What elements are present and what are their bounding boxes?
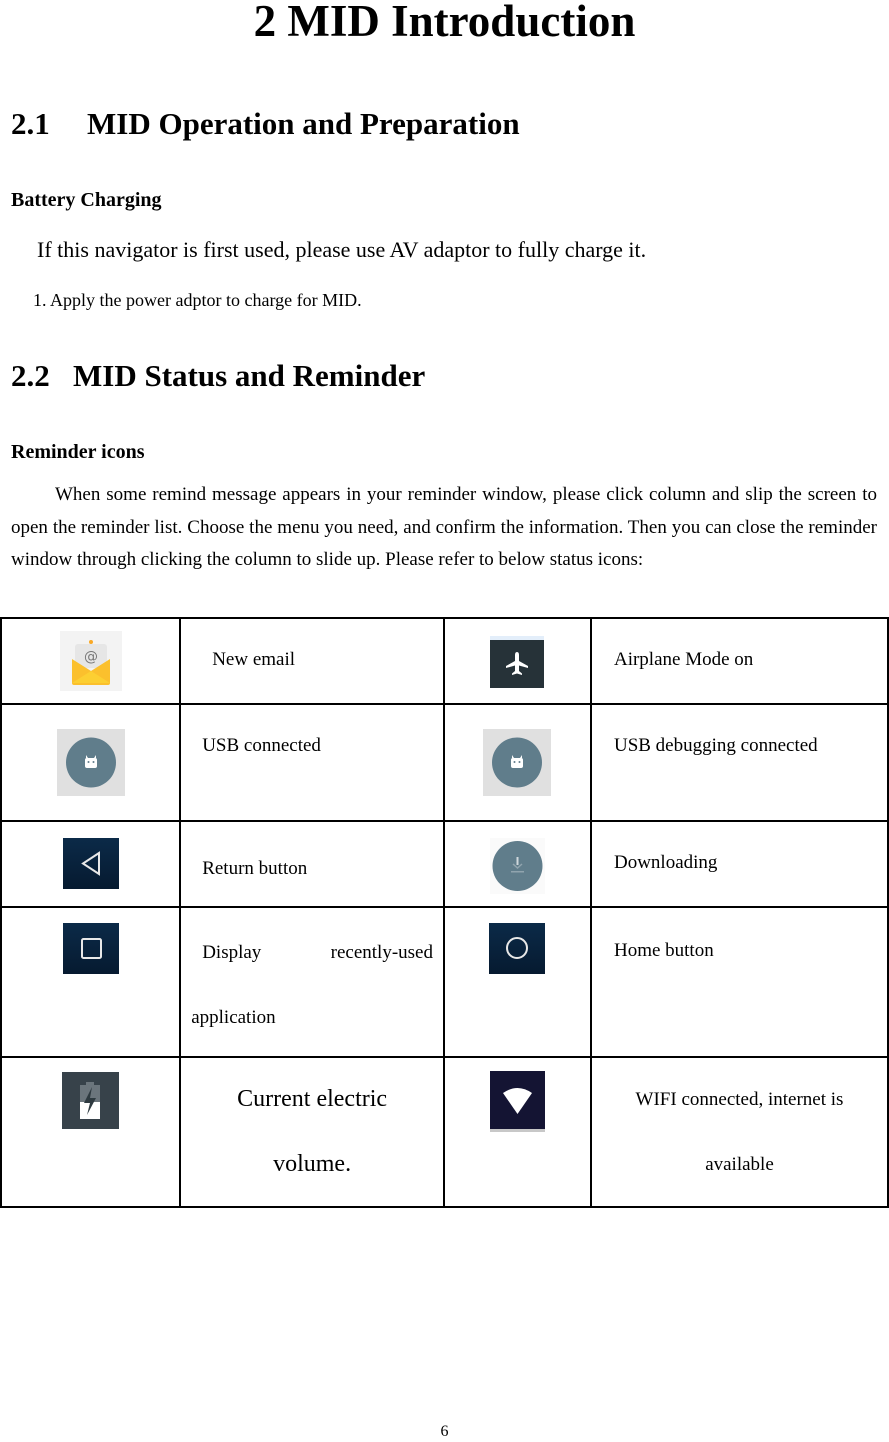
- wifi-label-line1: WIFI connected, internet is: [635, 1089, 844, 1110]
- label-cell: Downloading: [589, 820, 889, 908]
- label-cell: Display recently-used application: [179, 906, 445, 1058]
- battery-charging-icon: [62, 1072, 120, 1129]
- label-cell: WIFI connected, internet is available: [589, 1056, 889, 1208]
- label-cell: USB connected: [179, 703, 445, 822]
- icon-cell: [0, 703, 182, 822]
- icon-cell: [0, 1056, 182, 1208]
- label-cell: New email: [179, 617, 445, 705]
- wifi-label-line2: available: [705, 1154, 774, 1175]
- new-email-label: New email: [212, 649, 296, 670]
- display-recent-label-line2: application: [191, 1007, 276, 1028]
- section-heading-2-2: 2.2 MID Status and Reminder: [11, 356, 425, 396]
- icon-cell: [0, 820, 182, 908]
- battery-charging-heading: Battery Charging: [11, 189, 162, 211]
- new-email-icon: @: [59, 631, 122, 691]
- downloading-label: Downloading: [613, 852, 718, 873]
- return-button-label: Return button: [202, 858, 308, 879]
- table-row: Display recently-used application Home b…: [0, 906, 889, 1058]
- display-recent-label-line1: Display recently-used: [202, 942, 433, 964]
- airplane-mode-label: Airplane Mode on: [613, 649, 754, 670]
- section-number: 2.2: [11, 358, 50, 393]
- home-circle-icon: [489, 923, 546, 974]
- icon-cell: [442, 703, 592, 822]
- section-heading-2-1: 2.1 MID Operation and Preparation: [11, 104, 520, 144]
- usb-debugging-android-icon: [483, 729, 552, 796]
- page-number: 6: [440, 1423, 449, 1440]
- recently-used-word: recently-used: [330, 942, 433, 963]
- icon-cell: @: [0, 617, 182, 705]
- home-button-label: Home button: [613, 940, 714, 961]
- wifi-icon: [489, 1071, 545, 1133]
- usb-android-icon: [56, 729, 125, 796]
- reminder-paragraph: When some remind message appears in your…: [11, 484, 877, 570]
- section-title: MID Status and Reminder: [73, 358, 426, 393]
- table-row: Return button Downloading: [0, 820, 889, 908]
- download-icon: [489, 838, 545, 894]
- icon-cell: [442, 617, 592, 705]
- battery-intro-text: If this navigator is first used, please …: [37, 237, 647, 262]
- label-cell: USB debugging connected: [589, 703, 889, 822]
- display-word: Display: [202, 942, 262, 963]
- table-row: @ New email Airplane Mode on: [0, 617, 889, 705]
- table-row: Current electric volume. WIFI connected,…: [0, 1056, 889, 1208]
- label-cell: Return button: [179, 820, 445, 908]
- airplane-mode-icon: [490, 636, 545, 688]
- icon-cell: [442, 820, 592, 908]
- reminder-icons-heading: Reminder icons: [11, 441, 145, 463]
- status-icons-table: @ New email Airplane Mode on USB connect…: [0, 617, 889, 1208]
- section-title: MID Operation and Preparation: [87, 106, 520, 141]
- recent-apps-square-icon: [62, 923, 119, 974]
- battery-label-line1: Current electric: [237, 1086, 388, 1112]
- chapter-title: 2 MID Introduction: [253, 0, 636, 46]
- label-cell: Current electric volume.: [179, 1056, 445, 1208]
- svg-text:@: @: [84, 649, 98, 665]
- battery-step-1: 1. Apply the power adptor to charge for …: [33, 290, 362, 310]
- label-cell: Airplane Mode on: [589, 617, 889, 705]
- back-triangle-icon: [62, 838, 119, 889]
- label-cell: Home button: [589, 906, 889, 1058]
- battery-label-line2: volume.: [273, 1151, 352, 1177]
- section-number: 2.1: [11, 106, 50, 141]
- table-row: USB connected USB debugging connected: [0, 703, 889, 822]
- icon-cell: [0, 906, 182, 1058]
- icon-cell: [442, 906, 592, 1058]
- icon-cell: [442, 1056, 592, 1208]
- usb-debugging-label: USB debugging connected: [613, 735, 818, 756]
- usb-connected-label: USB connected: [202, 735, 321, 756]
